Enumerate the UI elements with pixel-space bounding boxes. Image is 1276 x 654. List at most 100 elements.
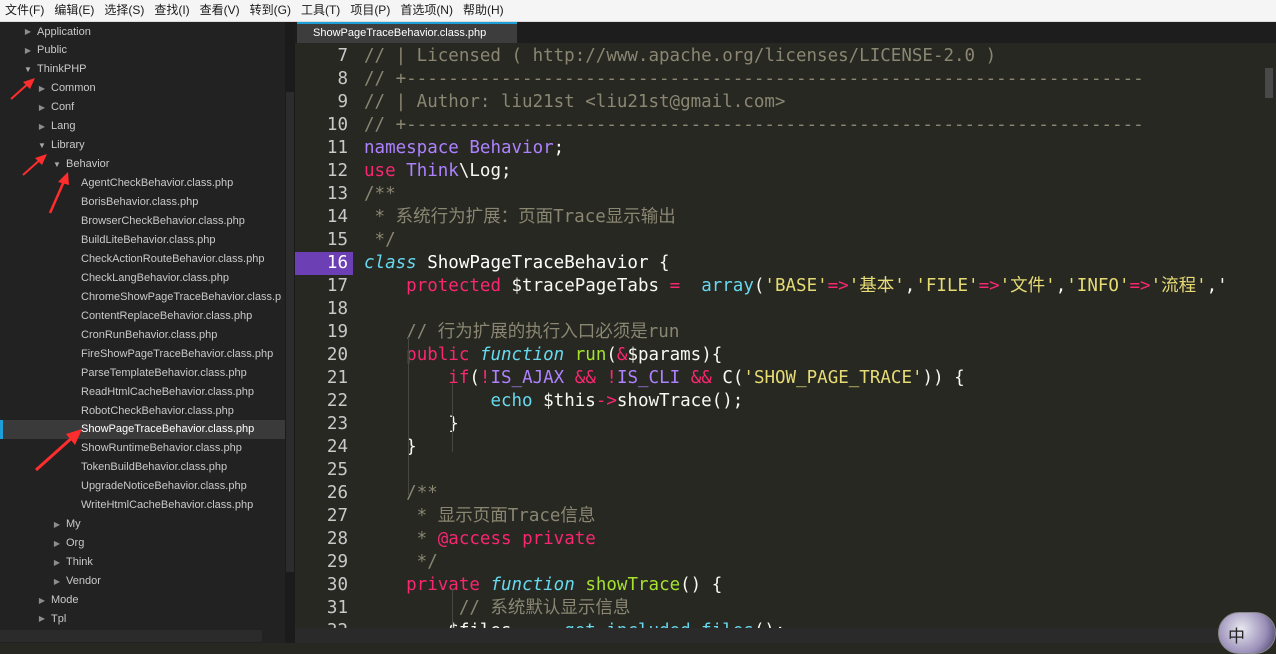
editor-scrollbar-thumb[interactable] [1265, 68, 1273, 98]
file-item[interactable]: ▶ParseTemplateBehavior.class.php [0, 363, 285, 382]
code-line[interactable]: * 系统行为扩展：页面Trace显示输出 [364, 206, 1264, 229]
folder-item[interactable]: ▶ Common [0, 79, 285, 98]
code-line[interactable] [364, 459, 1264, 482]
code-line[interactable]: /** [364, 482, 1264, 505]
code-line[interactable]: } [364, 436, 1264, 459]
code-token: )) { [922, 368, 965, 388]
collapsed-triangle-icon[interactable]: ▶ [36, 122, 48, 131]
code-token: $this [532, 391, 596, 411]
collapsed-triangle-icon[interactable]: ▶ [36, 596, 48, 605]
code-token: // 行为扩展的执行入口必须是run [406, 322, 680, 342]
menu-item-8[interactable]: 首选项(N) [395, 0, 458, 21]
tree-item-label: Library [51, 139, 85, 152]
menu-item-0[interactable]: 文件(F) [0, 0, 49, 21]
expanded-triangle-icon[interactable]: ▼ [36, 141, 48, 150]
code-line[interactable]: /** [364, 183, 1264, 206]
tab-showpagetracebehavior[interactable]: ShowPageTraceBehavior.class.php [297, 22, 517, 43]
code-token: $tracePageTabs [500, 276, 670, 296]
folder-item[interactable]: ▶ Tpl [0, 609, 285, 628]
code-line[interactable]: * 显示页面Trace信息 [364, 505, 1264, 528]
collapsed-triangle-icon[interactable]: ▶ [51, 520, 63, 529]
folder-item[interactable]: ▶ Public [0, 41, 285, 60]
code-line[interactable]: namespace Behavior; [364, 137, 1264, 160]
menu-item-5[interactable]: 转到(G) [245, 0, 296, 21]
code-line[interactable]: } [364, 413, 1264, 436]
sidebar-horizontal-scrollbar[interactable] [0, 630, 262, 642]
floating-assistant-avatar[interactable] [1218, 612, 1276, 654]
folder-item[interactable]: ▼ ThinkPHP [0, 60, 285, 79]
file-item[interactable]: ▶WriteHtmlCacheBehavior.class.php [0, 496, 285, 515]
folder-item[interactable]: ▶ My [0, 515, 285, 534]
folder-item[interactable]: ▶ Lang [0, 117, 285, 136]
file-item[interactable]: ▶CronRunBehavior.class.php [0, 325, 285, 344]
code-editor[interactable]: 7 8 9 10 11 12 13 14 15 16 17 18 19 20 21 22 23 24 25 26 27 2… [295, 43, 1276, 643]
folder-item[interactable]: ▶ Vendor [0, 572, 285, 591]
folder-item[interactable]: ▶ Conf [0, 98, 285, 117]
file-item[interactable]: ▶BorisBehavior.class.php [0, 193, 285, 212]
folder-item[interactable]: ▶ Application [0, 22, 285, 41]
code-line[interactable]: echo $this->showTrace(); [364, 390, 1264, 413]
collapsed-triangle-icon[interactable]: ▶ [51, 558, 63, 567]
code-line[interactable] [364, 298, 1264, 321]
menu-item-2[interactable]: 选择(S) [99, 0, 149, 21]
folder-item[interactable]: ▶ Org [0, 534, 285, 553]
line-number-text: 18 [326, 299, 348, 319]
file-item[interactable]: ▶ContentReplaceBehavior.class.php [0, 306, 285, 325]
sidebar-scrollbar-thumb[interactable] [286, 92, 294, 572]
code-line[interactable]: // 系统默认显示信息 [364, 597, 1264, 620]
code-line[interactable]: */ [364, 229, 1264, 252]
expanded-triangle-icon[interactable]: ▼ [51, 160, 63, 169]
editor-horizontal-scrollbar[interactable] [295, 628, 1276, 643]
file-item[interactable]: ▶BrowserCheckBehavior.class.php [0, 212, 285, 231]
code-token: showTrace(); [616, 391, 744, 411]
menu-item-3[interactable]: 查找(I) [149, 0, 194, 21]
collapsed-triangle-icon[interactable]: ▶ [51, 539, 63, 548]
code-line[interactable]: public function run(&$params){ [364, 344, 1264, 367]
collapsed-triangle-icon[interactable]: ▶ [22, 46, 34, 55]
line-number-text: 25 [326, 460, 348, 480]
code-line[interactable]: // | Licensed ( http://www.apache.org/li… [364, 45, 1264, 68]
code-token: '流程' [1150, 276, 1207, 296]
menu-item-4[interactable]: 查看(V) [195, 0, 245, 21]
collapsed-triangle-icon[interactable]: ▶ [36, 614, 48, 623]
folder-item[interactable]: ▶ Think [0, 553, 285, 572]
file-item[interactable]: ▶CheckActionRouteBehavior.class.php [0, 249, 285, 268]
file-item[interactable]: ▶FireShowPageTraceBehavior.class.php [0, 344, 285, 363]
code-token: protected [406, 276, 501, 296]
tab-bar: ShowPageTraceBehavior.class.php [295, 22, 1276, 43]
line-number: 16 [295, 252, 353, 275]
expanded-triangle-icon[interactable]: ▼ [22, 65, 34, 74]
code-line[interactable]: private function showTrace() { [364, 574, 1264, 597]
menu-item-6[interactable]: 工具(T) [296, 0, 345, 21]
file-item[interactable]: ▶BuildLiteBehavior.class.php [0, 230, 285, 249]
folder-item[interactable]: ▶ Mode [0, 591, 285, 610]
menu-item-7[interactable]: 项目(P) [345, 0, 395, 21]
line-number-text: 24 [326, 437, 348, 457]
code-line[interactable]: protected $tracePageTabs = array('BASE'=… [364, 275, 1264, 298]
file-item[interactable]: ▶RobotCheckBehavior.class.php [0, 401, 285, 420]
file-item[interactable]: ▶ReadHtmlCacheBehavior.class.php [0, 382, 285, 401]
code-line[interactable]: // 行为扩展的执行入口必须是run [364, 321, 1264, 344]
code-line[interactable]: // +------------------------------------… [364, 114, 1264, 137]
file-item[interactable]: ▶CheckLangBehavior.class.php [0, 268, 285, 287]
file-item[interactable]: ▶UpgradeNoticeBehavior.class.php [0, 477, 285, 496]
code-line[interactable]: */ [364, 551, 1264, 574]
collapsed-triangle-icon[interactable]: ▶ [36, 103, 48, 112]
collapsed-triangle-icon[interactable]: ▶ [51, 577, 63, 586]
code-line[interactable]: class ShowPageTraceBehavior { [364, 252, 1264, 275]
code-token: Behavior [469, 138, 554, 158]
file-item[interactable]: ▶ChromeShowPageTraceBehavior.class.p [0, 287, 285, 306]
code-line[interactable]: * @access private [364, 528, 1264, 551]
menu-item-9[interactable]: 帮助(H) [458, 0, 509, 21]
code-line[interactable]: use Think\Log; [364, 160, 1264, 183]
code-line[interactable]: // | Author: liu21st <liu21st@gmail.com> [364, 91, 1264, 114]
code-line[interactable]: if(!IS_AJAX && !IS_CLI && C('SHOW_PAGE_T… [364, 367, 1264, 390]
tree-item-label: ReadHtmlCacheBehavior.class.php [81, 385, 255, 398]
code-line[interactable]: // +------------------------------------… [364, 68, 1264, 91]
menu-item-1[interactable]: 编辑(E) [49, 0, 99, 21]
code-token: */ [364, 230, 396, 250]
editor-vertical-scrollbar[interactable] [1263, 43, 1276, 628]
collapsed-triangle-icon[interactable]: ▶ [22, 27, 34, 36]
